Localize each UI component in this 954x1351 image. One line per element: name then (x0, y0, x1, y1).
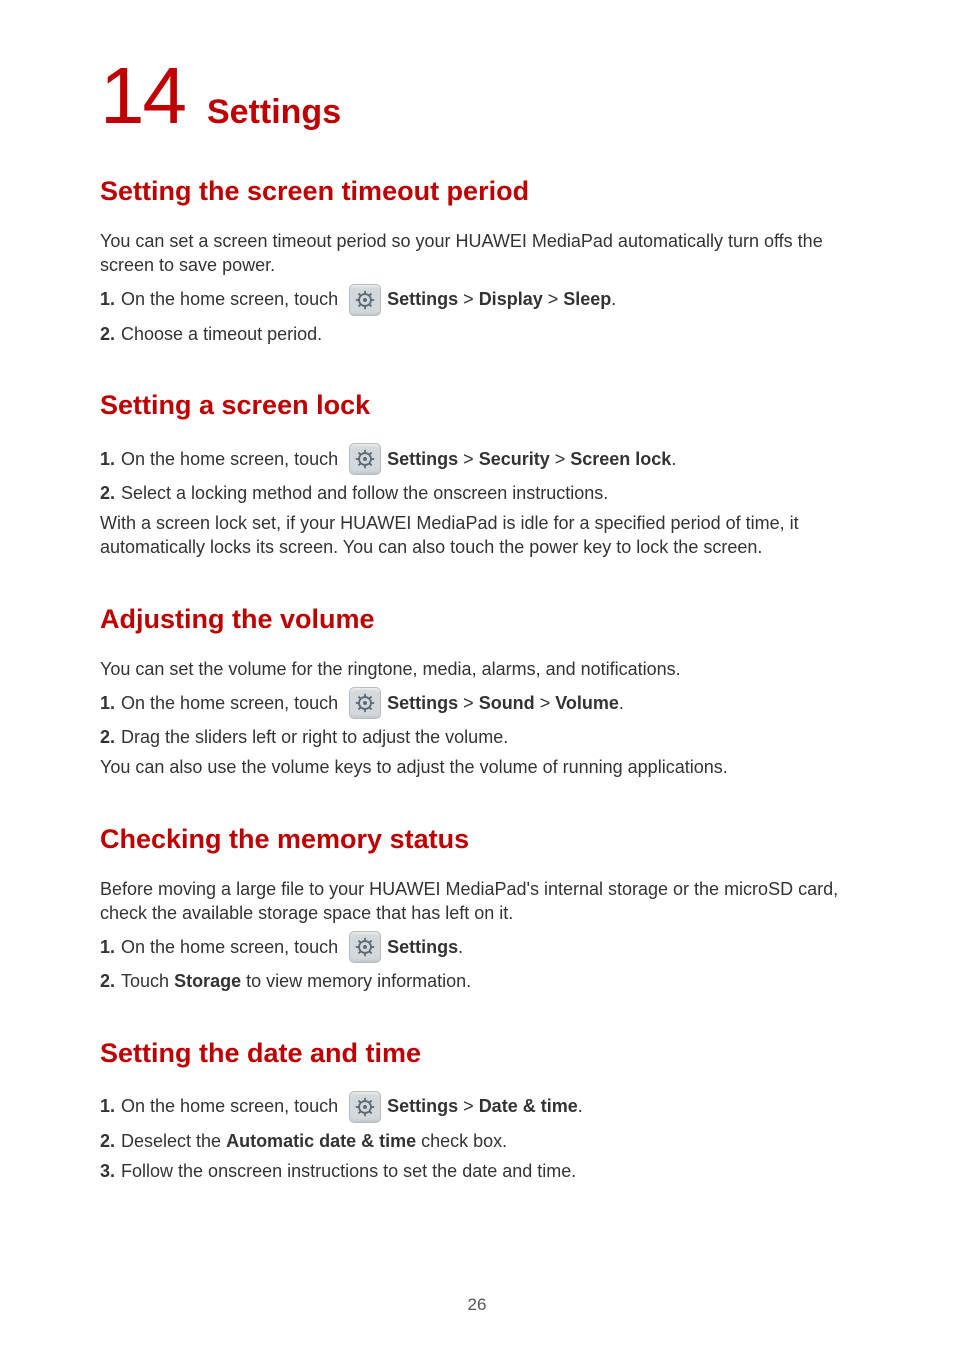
lock-step-2: 2. Select a locking method and follow th… (100, 481, 854, 505)
page-number: 26 (0, 1295, 954, 1315)
path-settings: Settings (387, 691, 458, 715)
separator: > (458, 1094, 479, 1118)
step-number: 2. (100, 322, 115, 346)
separator: > (458, 447, 479, 471)
period: . (671, 447, 676, 471)
step-text: On the home screen, touch (121, 287, 343, 311)
step-number: 2. (100, 1129, 115, 1153)
step-number: 1. (100, 1094, 115, 1118)
step-text-tail: check box. (416, 1129, 507, 1153)
volume-intro: You can set the volume for the ringtone,… (100, 657, 854, 681)
datetime-step-1: 1. On the home screen, touch Settings > … (100, 1091, 854, 1123)
step-text: Touch (121, 969, 174, 993)
step-number: 3. (100, 1159, 115, 1183)
step-text: On the home screen, touch (121, 935, 343, 959)
step-text: Follow the onscreen instructions to set … (121, 1159, 576, 1183)
separator: > (535, 691, 556, 715)
datetime-step-2: 2. Deselect the Automatic date & time ch… (100, 1129, 854, 1153)
section-heading-datetime: Setting the date and time (100, 1038, 854, 1069)
settings-icon (349, 284, 381, 316)
step-number: 1. (100, 691, 115, 715)
auto-date-time-label: Automatic date & time (226, 1129, 416, 1153)
chapter-title: Settings (207, 93, 341, 132)
step-number: 2. (100, 725, 115, 749)
step-text-tail: to view memory information. (241, 969, 471, 993)
step-text: On the home screen, touch (121, 691, 343, 715)
path-settings: Settings (387, 447, 458, 471)
settings-icon (349, 931, 381, 963)
step-text: Deselect the (121, 1129, 226, 1153)
step-text: Drag the sliders left or right to adjust… (121, 725, 508, 749)
period: . (458, 935, 463, 959)
volume-step-2: 2. Drag the sliders left or right to adj… (100, 725, 854, 749)
path-datetime: Date & time (479, 1094, 578, 1118)
section-heading-volume: Adjusting the volume (100, 604, 854, 635)
step-number: 1. (100, 287, 115, 311)
step-number: 2. (100, 481, 115, 505)
memory-step-2: 2. Touch Storage to view memory informat… (100, 969, 854, 993)
section-heading-lock: Setting a screen lock (100, 390, 854, 421)
step-text: On the home screen, touch (121, 1094, 343, 1118)
settings-icon (349, 443, 381, 475)
path-sound: Sound (479, 691, 535, 715)
period: . (619, 691, 624, 715)
section-heading-memory: Checking the memory status (100, 824, 854, 855)
step-number: 1. (100, 935, 115, 959)
separator: > (458, 287, 479, 311)
volume-note: You can also use the volume keys to adju… (100, 755, 854, 779)
datetime-step-3: 3. Follow the onscreen instructions to s… (100, 1159, 854, 1183)
period: . (578, 1094, 583, 1118)
memory-step-1: 1. On the home screen, touch Settings . (100, 931, 854, 963)
chapter-heading: 14 Settings (100, 56, 854, 136)
step-text: On the home screen, touch (121, 447, 343, 471)
memory-intro: Before moving a large file to your HUAWE… (100, 877, 854, 926)
lock-step-1: 1. On the home screen, touch Settings > … (100, 443, 854, 475)
volume-step-1: 1. On the home screen, touch Settings > … (100, 687, 854, 719)
step-text: Choose a timeout period. (121, 322, 322, 346)
timeout-step-1: 1. On the home screen, touch Settings > … (100, 284, 854, 316)
lock-note: With a screen lock set, if your HUAWEI M… (100, 511, 854, 560)
step-text: Select a locking method and follow the o… (121, 481, 608, 505)
separator: > (458, 691, 479, 715)
path-display: Display (479, 287, 543, 311)
path-volume: Volume (555, 691, 619, 715)
chapter-number: 14 (100, 56, 185, 136)
timeout-intro: You can set a screen timeout period so y… (100, 229, 854, 278)
path-settings: Settings (387, 287, 458, 311)
path-screenlock: Screen lock (570, 447, 671, 471)
path-settings: Settings (387, 1094, 458, 1118)
path-security: Security (479, 447, 550, 471)
path-storage: Storage (174, 969, 241, 993)
path-settings: Settings (387, 935, 458, 959)
period: . (611, 287, 616, 311)
step-number: 1. (100, 447, 115, 471)
settings-icon (349, 687, 381, 719)
step-number: 2. (100, 969, 115, 993)
section-heading-timeout: Setting the screen timeout period (100, 176, 854, 207)
timeout-step-2: 2. Choose a timeout period. (100, 322, 854, 346)
settings-icon (349, 1091, 381, 1123)
separator: > (550, 447, 571, 471)
path-sleep: Sleep (563, 287, 611, 311)
separator: > (543, 287, 564, 311)
document-page: 14 Settings Setting the screen timeout p… (0, 0, 954, 1351)
